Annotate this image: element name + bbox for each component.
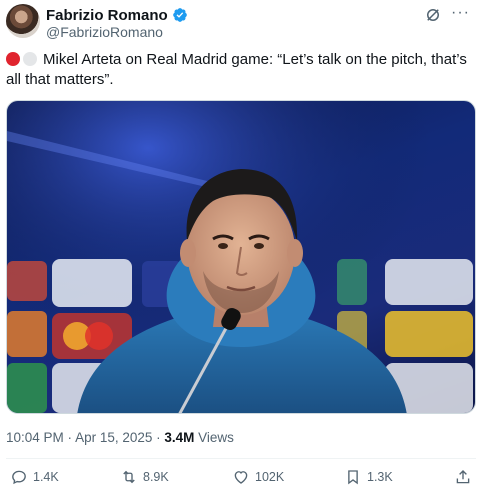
tweet-body: Mikel Arteta on Real Madrid game: “Let’s… <box>6 51 467 88</box>
tweet-time[interactable]: 10:04 PM <box>6 430 64 445</box>
author-handle[interactable]: @FabrizioRomano <box>46 24 163 40</box>
tweet-photo[interactable] <box>6 100 476 414</box>
reply-count: 1.4K <box>33 470 59 484</box>
share-icon <box>456 470 470 484</box>
more-icon[interactable]: ··· <box>451 4 470 22</box>
press-conference-photo <box>7 101 475 413</box>
divider <box>6 458 476 459</box>
bookmark-button[interactable]: 1.3K <box>344 468 393 486</box>
tweet-date[interactable]: Apr 15, 2025 <box>75 430 152 445</box>
tweet-meta: 10:04 PM · Apr 15, 2025 · 3.4M Views <box>6 430 234 445</box>
reply-button[interactable]: 1.4K <box>10 468 59 486</box>
author-name[interactable]: Fabrizio Romano <box>46 7 168 24</box>
bookmark-icon <box>348 470 358 485</box>
tweet-text: Mikel Arteta on Real Madrid game: “Let’s… <box>6 50 470 90</box>
share-button[interactable] <box>454 468 472 486</box>
like-button[interactable]: 102K <box>232 468 284 486</box>
tweet-header: Fabrizio Romano @FabrizioRomano ··· <box>6 4 476 44</box>
meta-separator: · <box>63 430 76 445</box>
repost-button[interactable]: 8.9K <box>120 468 169 486</box>
action-bar: 1.4K 8.9K 102K 1.3K <box>6 468 476 490</box>
author-name-row: Fabrizio Romano <box>46 6 188 24</box>
like-icon <box>234 471 248 484</box>
meta-separator: · <box>152 430 165 445</box>
repost-count: 8.9K <box>143 470 169 484</box>
red-circle-emoji <box>6 52 20 66</box>
views-count: 3.4M <box>164 430 195 445</box>
retweet-icon <box>123 470 135 484</box>
like-count: 102K <box>255 470 285 484</box>
bookmark-count: 1.3K <box>367 470 393 484</box>
white-circle-emoji <box>23 52 37 66</box>
reply-icon <box>12 470 26 485</box>
views-label: Views <box>194 430 234 445</box>
verified-badge-icon <box>172 8 187 22</box>
avatar[interactable] <box>6 4 40 38</box>
grok-icon[interactable] <box>424 6 442 24</box>
